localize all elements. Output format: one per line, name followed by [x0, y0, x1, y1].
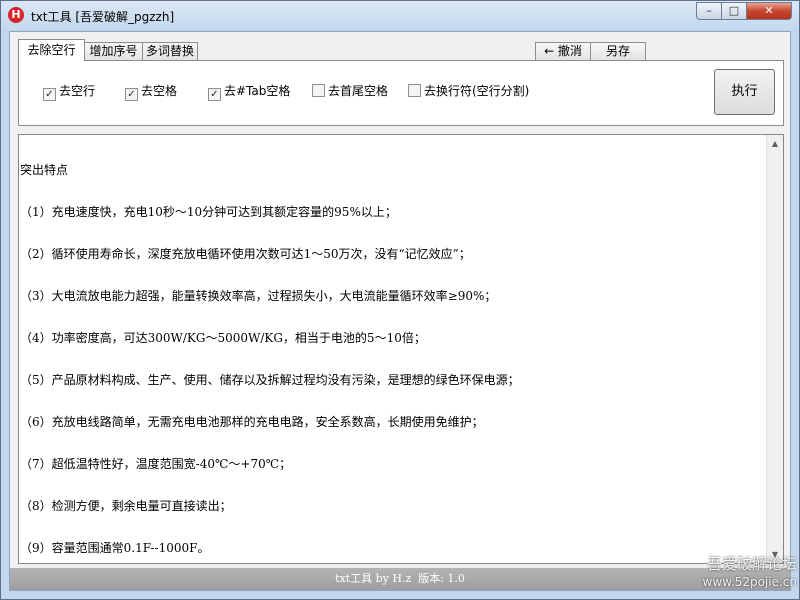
checkbox-checked-icon[interactable]: ✓	[125, 88, 138, 101]
editor-line: （6）充放电线路简单，无需充电电池那样的充电电路，安全系数高，长期使用免维护；	[20, 415, 484, 429]
execute-button[interactable]: 执行	[714, 69, 775, 115]
option-label: 去空格	[141, 84, 178, 98]
editor-line: （9）容量范围通常0.1F--1000F。	[20, 541, 210, 555]
options-panel: ✓ 去空行 ✓ 去空格 ✓ 去#Tab空格 去首尾空格 去换行符(空行分割) 执行	[18, 60, 784, 126]
editor-line: （4）功率密度高，可达300W/KG～5000W/KG，相当于电池的5～10倍；	[20, 331, 426, 345]
save-as-button[interactable]: 另存	[590, 42, 646, 60]
tab-add-numbering[interactable]: 增加序号	[84, 42, 143, 60]
checkbox-unchecked-icon[interactable]	[312, 84, 325, 97]
editor-line: （5）产品原材料构成、生产、使用、储存以及拆解过程均没有污染，是理想的绿色环保电…	[20, 373, 520, 387]
option-remove-blank-lines[interactable]: ✓ 去空行	[43, 83, 96, 101]
undo-button[interactable]: ← 撤消	[535, 42, 591, 60]
close-icon: ✕	[764, 4, 774, 17]
option-label: 去首尾空格	[328, 84, 389, 98]
status-bar: txt工具 by H.z 版本: 1.0	[10, 568, 790, 590]
editor-line: （8）检测方便，剩余电量可直接读出；	[20, 499, 232, 513]
option-label: 去换行符(空行分割)	[424, 84, 530, 98]
maximize-icon: □	[728, 4, 740, 17]
tab-multi-replace[interactable]: 多词替换	[142, 42, 198, 60]
close-button[interactable]: ✕	[746, 2, 792, 20]
maximize-button[interactable]: □	[721, 2, 747, 20]
option-label: 去空行	[59, 84, 96, 98]
minimize-icon: –	[706, 4, 712, 17]
option-label: 去#Tab空格	[224, 84, 291, 98]
editor-line: （2）循环使用寿命长，深度充放电循环使用次数可达1～50万次，没有“记忆效应”；	[20, 247, 471, 261]
window-title: txt工具 [吾爱破解_pgzzh]	[31, 10, 175, 24]
scroll-up-icon[interactable]: ▲	[767, 135, 783, 152]
app-window: H txt工具 [吾爱破解_pgzzh] – □ ✕ 去除空行 增加序号 多词替…	[0, 0, 800, 600]
vertical-scrollbar[interactable]: ▲ ▼	[766, 135, 783, 563]
editor-line: （1）充电速度快，充电10秒～10分钟可达到其额定容量的95%以上；	[20, 205, 397, 219]
checkbox-unchecked-icon[interactable]	[408, 84, 421, 97]
option-remove-spaces[interactable]: ✓ 去空格	[125, 83, 178, 101]
editor-line: （3）大电流放电能力超强，能量转换效率高，过程损失小，大电流能量循环效率≥90%…	[20, 289, 497, 303]
text-editor[interactable]: 突出特点 （1）充电速度快，充电10秒～10分钟可达到其额定容量的95%以上； …	[18, 134, 784, 564]
option-trim-spaces[interactable]: 去首尾空格	[312, 83, 388, 99]
checkbox-checked-icon[interactable]: ✓	[43, 88, 56, 101]
site-watermark: 吾爱破解论坛 www.52pojie.cn	[681, 555, 797, 591]
minimize-button[interactable]: –	[696, 2, 722, 20]
editor-content[interactable]: 突出特点 （1）充电速度快，充电10秒～10分钟可达到其额定容量的95%以上； …	[19, 135, 765, 563]
watermark-url: www.52pojie.cn	[702, 575, 797, 589]
editor-line: 突出特点	[20, 163, 69, 177]
title-bar[interactable]: H txt工具 [吾爱破解_pgzzh] – □ ✕	[1, 1, 799, 29]
client-area: 去除空行 增加序号 多词替换 ← 撤消 另存 ✓ 去空行 ✓ 去空格 ✓ 去#Tab空…	[9, 31, 791, 591]
editor-line: （7）超低温特性好，温度范围宽-40℃～+70℃；	[20, 457, 292, 471]
checkbox-checked-icon[interactable]: ✓	[208, 88, 221, 101]
option-remove-tab-spaces[interactable]: ✓ 去#Tab空格	[208, 83, 291, 101]
option-remove-line-breaks[interactable]: 去换行符(空行分割)	[408, 83, 529, 99]
tab-remove-blank-lines[interactable]: 去除空行	[18, 39, 85, 61]
watermark-title: 吾爱破解论坛	[706, 555, 797, 573]
app-logo-icon: H	[8, 7, 24, 23]
